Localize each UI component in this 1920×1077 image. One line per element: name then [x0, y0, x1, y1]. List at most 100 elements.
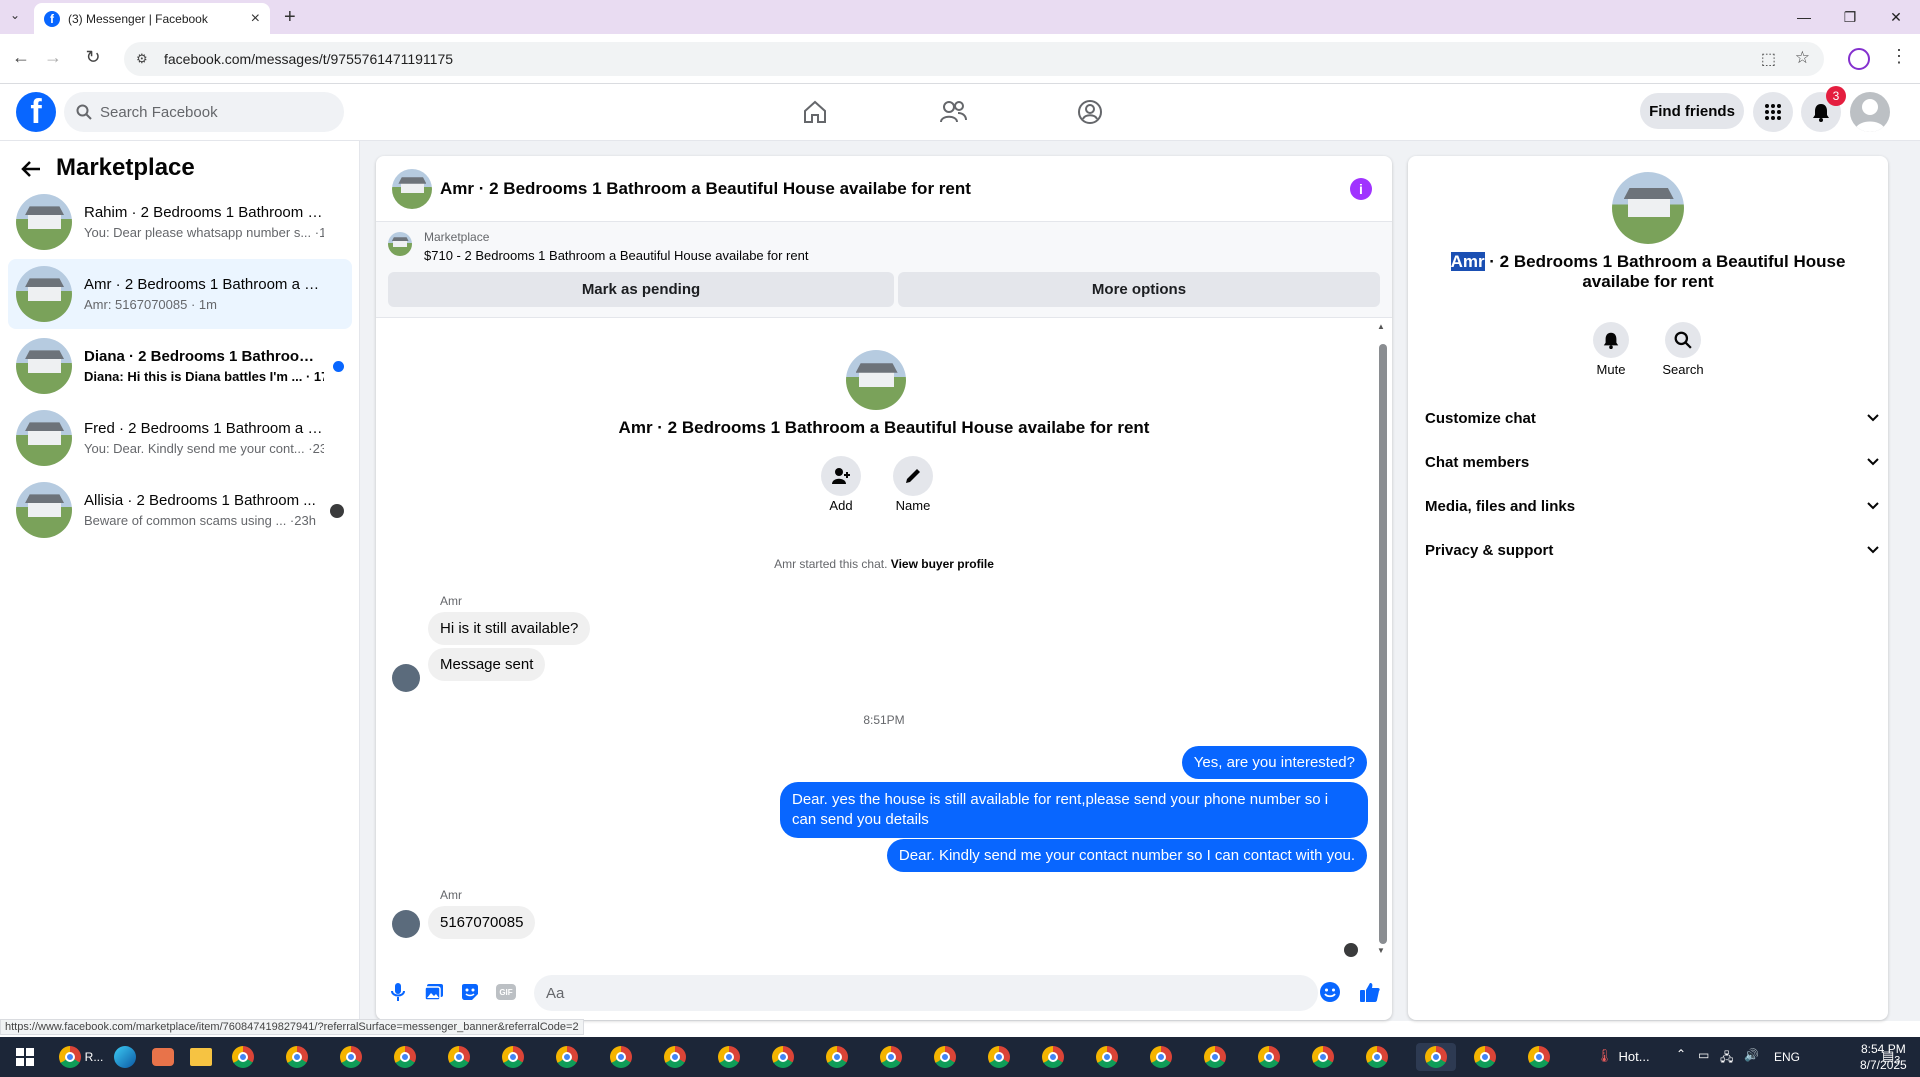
action-center-icon[interactable]: ▤3	[1882, 1048, 1900, 1067]
taskbar-chrome-window[interactable]	[1362, 1043, 1392, 1071]
outgoing-message[interactable]: Yes, are you interested?	[1181, 746, 1367, 779]
taskbar-chrome-window[interactable]	[606, 1043, 636, 1071]
chat-header-avatar[interactable]	[392, 168, 432, 209]
taskbar-chrome-window[interactable]	[228, 1043, 258, 1071]
windows-start-icon[interactable]	[10, 1043, 40, 1071]
weather-widget[interactable]: 🌡 Hot...	[1596, 1048, 1650, 1064]
tray-chevron-icon[interactable]: ⌃	[1676, 1047, 1686, 1061]
thumbs-up-icon[interactable]	[1358, 980, 1382, 1004]
taskbar-chrome-window[interactable]	[930, 1043, 960, 1071]
section-customize-chat[interactable]: Customize chat	[1424, 396, 1880, 440]
conversation-item[interactable]: Fred · 2 Bedrooms 1 Bathroom a B... You: …	[8, 403, 352, 473]
taskbar-chrome-window[interactable]	[876, 1043, 906, 1071]
conversation-item-active[interactable]: Amr · 2 Bedrooms 1 Bathroom a B... Amr: 5…	[8, 259, 352, 329]
conversation-item-unread[interactable]: Diana · 2 Bedrooms 1 Bathroom ... Diana: …	[8, 331, 352, 401]
mute-bell-icon[interactable]	[1593, 322, 1629, 358]
home-icon[interactable]	[795, 96, 835, 128]
reload-icon[interactable]: ↻	[80, 44, 106, 70]
browser-tab[interactable]: f (3) Messenger | Facebook ×	[34, 3, 270, 34]
section-media-files-links[interactable]: Media, files and links	[1424, 484, 1880, 528]
section-chat-members[interactable]: Chat members	[1424, 440, 1880, 484]
taskbar-chrome-window[interactable]	[822, 1043, 852, 1071]
taskbar-chrome-window[interactable]	[1092, 1043, 1122, 1071]
gif-icon[interactable]: GIF	[494, 980, 518, 1004]
camera-icon[interactable]: ▭	[1698, 1048, 1709, 1062]
file-explorer-icon[interactable]	[186, 1043, 216, 1071]
install-icon[interactable]: ⬚	[1761, 49, 1776, 69]
view-buyer-profile-link[interactable]: View buyer profile	[891, 557, 994, 571]
tab-close-icon[interactable]: ×	[251, 10, 260, 28]
forward-icon[interactable]: →	[40, 44, 66, 70]
close-window-icon[interactable]: ✕	[1876, 6, 1916, 28]
edit-name-icon[interactable]	[893, 456, 933, 496]
sticker-icon[interactable]	[458, 980, 482, 1004]
conversation-item[interactable]: Rahim · 2 Bedrooms 1 Bathroom a ... You: …	[8, 187, 352, 257]
taskbar-chrome-window[interactable]	[336, 1043, 366, 1071]
search-conversation-icon[interactable]	[1665, 322, 1701, 358]
language-indicator[interactable]: ENG	[1774, 1050, 1800, 1064]
conversation-info-icon[interactable]: i	[1350, 178, 1372, 200]
taskbar-chrome-window[interactable]	[498, 1043, 528, 1071]
mark-as-pending-button[interactable]: Mark as pending	[388, 272, 894, 307]
taskbar-chrome-window[interactable]	[660, 1043, 690, 1071]
restore-icon[interactable]: ❐	[1830, 6, 1870, 28]
taskbar-chrome-window[interactable]	[1308, 1043, 1338, 1071]
incoming-message[interactable]: 5167070085	[428, 906, 536, 939]
taskbar-chrome-window-active[interactable]	[1416, 1043, 1456, 1071]
outgoing-message[interactable]: Dear. yes the house is still available f…	[780, 782, 1368, 838]
account-avatar[interactable]	[1850, 92, 1890, 132]
back-icon[interactable]: ←	[8, 44, 34, 70]
taskbar-chrome-window[interactable]	[1146, 1043, 1176, 1071]
incoming-message[interactable]: Message sent	[428, 648, 546, 681]
taskbar-chrome-window[interactable]	[444, 1043, 474, 1071]
taskbar-chrome-window[interactable]	[282, 1043, 312, 1071]
new-tab-icon[interactable]: +	[284, 6, 296, 29]
scrollbar-thumb[interactable]	[1379, 344, 1387, 944]
network-icon[interactable]: 🖧	[1720, 1048, 1733, 1069]
more-options-button[interactable]: More options	[898, 272, 1380, 307]
volume-icon[interactable]: 🔊	[1744, 1048, 1759, 1062]
site-info-icon[interactable]: ⚙	[136, 51, 148, 67]
taskbar-chrome-window[interactable]	[1200, 1043, 1230, 1071]
taskbar-chrome-window[interactable]	[984, 1043, 1014, 1071]
add-person-icon[interactable]	[821, 456, 861, 496]
message-input[interactable]: Aa	[534, 975, 1318, 1011]
app-icon[interactable]	[148, 1043, 178, 1071]
taskbar-chrome-window[interactable]	[1470, 1043, 1500, 1071]
sender-avatar[interactable]	[392, 910, 420, 938]
bookmark-star-icon[interactable]: ☆	[1795, 48, 1810, 68]
taskbar-chrome-app[interactable]: R...	[56, 1043, 106, 1071]
edge-icon[interactable]	[110, 1043, 140, 1071]
taskbar-chrome-window[interactable]	[1524, 1043, 1554, 1071]
taskbar-chrome-window[interactable]	[390, 1043, 420, 1071]
microphone-icon[interactable]	[386, 980, 410, 1004]
sender-avatar[interactable]	[392, 664, 420, 692]
back-arrow-icon[interactable]	[20, 158, 42, 180]
conversation-item[interactable]: Allisia · 2 Bedrooms 1 Bathroom ... Bewar…	[8, 475, 352, 545]
chat-header-title[interactable]: Amr · 2 Bedrooms 1 Bathroom a Beautiful …	[440, 179, 971, 199]
incoming-message[interactable]: Hi is it still available?	[428, 612, 591, 645]
banner-listing-text[interactable]: $710 - 2 Bedrooms 1 Bathroom a Beautiful…	[424, 248, 808, 263]
taskbar-chrome-window[interactable]	[1254, 1043, 1284, 1071]
find-friends-button[interactable]: Find friends	[1640, 93, 1744, 129]
taskbar-chrome-window[interactable]	[768, 1043, 798, 1071]
emoji-icon[interactable]	[1318, 980, 1342, 1004]
address-bar[interactable]: ⚙ facebook.com/messages/t/97557614711911…	[124, 42, 1824, 76]
taskbar-chrome-window[interactable]	[1038, 1043, 1068, 1071]
scroll-down-icon[interactable]: ▼	[1377, 946, 1385, 955]
taskbar-chrome-window[interactable]	[552, 1043, 582, 1071]
taskbar-chrome-window[interactable]	[714, 1043, 744, 1071]
friends-icon[interactable]	[933, 96, 973, 128]
minimize-icon[interactable]: —	[1784, 6, 1824, 28]
scroll-up-icon[interactable]: ▲	[1377, 322, 1385, 331]
menu-grid-icon[interactable]	[1753, 92, 1793, 132]
chrome-menu-icon[interactable]: ⋮	[1890, 46, 1908, 67]
groups-icon[interactable]	[1070, 96, 1110, 128]
facebook-search-input[interactable]: Search Facebook	[64, 92, 344, 132]
profile-icon[interactable]	[1848, 48, 1870, 70]
photo-icon[interactable]	[422, 980, 446, 1004]
tab-search-icon[interactable]: ⌄	[10, 8, 20, 22]
facebook-logo[interactable]: f	[16, 92, 56, 132]
outgoing-message[interactable]: Dear. Kindly send me your contact number…	[886, 839, 1367, 872]
section-privacy-support[interactable]: Privacy & support	[1424, 528, 1880, 572]
